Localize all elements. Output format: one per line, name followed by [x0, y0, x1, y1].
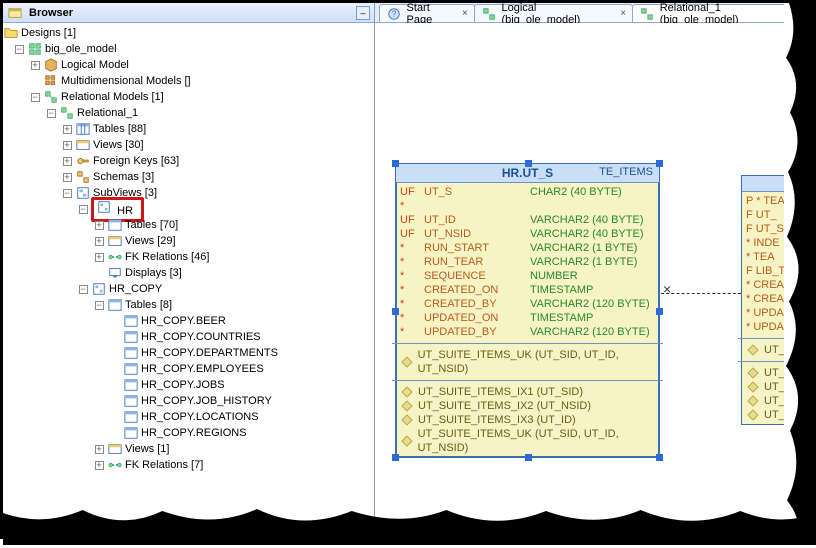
- entity-column: *RUN_STARTVARCHAR2 (1 BYTE): [400, 241, 655, 255]
- tree-node-views30[interactable]: + Views [30]: [3, 137, 374, 153]
- entity-column: *UPDATED_BYVARCHAR2 (120 BYTE): [400, 325, 655, 339]
- model-icon: [27, 42, 43, 56]
- editor-area: ? Start Page× Logical (big_ole_model)× R…: [375, 3, 816, 539]
- tree-node-fk63[interactable]: + Foreign Keys [63]: [3, 153, 374, 169]
- table-icon: [75, 122, 91, 136]
- table-icon: [123, 314, 139, 328]
- folder-icon: [3, 26, 19, 40]
- table-icon: [123, 378, 139, 392]
- entity-column: *CREATED_ONTIMESTAMP: [400, 283, 655, 297]
- display-icon: [107, 266, 123, 280]
- subview-icon: [91, 282, 107, 296]
- entity-column: *RUN_TEARVARCHAR2 (1 BYTE): [400, 255, 655, 269]
- svg-text:?: ?: [392, 9, 397, 18]
- subview-icon: [96, 200, 112, 214]
- tree-leaf-table[interactable]: HR_COPY.JOB_HISTORY: [3, 393, 374, 409]
- tree-leaf-table[interactable]: HR_COPY.JOBS: [3, 377, 374, 393]
- diagram-canvas[interactable]: HR.UT_S TE_ITEMS UF *UT_SCHAR2 (40 BYTE)…: [375, 23, 816, 539]
- entity-index: UT_SUITE_ITEMS_IX1 (UT_SID): [400, 385, 655, 399]
- entity-column: *CREATED_BYVARCHAR2 (120 BYTE): [400, 297, 655, 311]
- grid-green-icon: [43, 90, 59, 104]
- tree-node-hr-tables70[interactable]: + Tables [70]: [3, 217, 374, 233]
- table-icon: [123, 362, 139, 376]
- table-icon: [123, 394, 139, 408]
- torn-edge-decoration: [784, 3, 816, 539]
- entity-column: UFUT_NSIDVARCHAR2 (40 BYTE): [400, 227, 655, 241]
- table-icon: [123, 346, 139, 360]
- tree-node-hr-views29[interactable]: + Views [29]: [3, 233, 374, 249]
- tree-node-hrcopy-tables8[interactable]: − Tables [8]: [3, 297, 374, 313]
- tree-leaf-table[interactable]: HR_COPY.BEER: [3, 313, 374, 329]
- browser-tab-header: Browser –: [3, 3, 374, 23]
- grid-icon: [481, 7, 497, 21]
- tree-node-relmodels[interactable]: − Relational Models [1]: [3, 89, 374, 105]
- entity-index: UT_SUITE_ITEMS_IX2 (UT_NSID): [400, 399, 655, 413]
- close-icon[interactable]: ×: [620, 8, 626, 19]
- torn-edge-decoration: [3, 505, 816, 545]
- help-icon: ?: [386, 7, 402, 21]
- tab-logical[interactable]: Logical (big_ole_model)×: [474, 4, 633, 22]
- tree-node-schemas3[interactable]: + Schemas [3]: [3, 169, 374, 185]
- tree-node-logical[interactable]: + Logical Model: [3, 57, 374, 73]
- grid-icon: [43, 74, 59, 88]
- grid-icon: [639, 7, 655, 21]
- view-icon: [75, 138, 91, 152]
- view-icon: [107, 234, 123, 248]
- tree-node-hrcopy-fk7[interactable]: + FK Relations [7]: [3, 457, 374, 473]
- link-icon: [107, 250, 123, 264]
- tree-node-hrcopy-views1[interactable]: + Views [1]: [3, 441, 374, 457]
- view-icon: [107, 442, 123, 456]
- entity-column: UF *UT_SCHAR2 (40 BYTE): [400, 185, 655, 213]
- tree-node-relational1[interactable]: − Relational_1: [3, 105, 374, 121]
- link-icon: [107, 458, 123, 472]
- grid-green-icon: [59, 106, 75, 120]
- table-icon: [123, 330, 139, 344]
- tree-node-model[interactable]: − big_ole_model: [3, 41, 374, 57]
- tree-leaf-table[interactable]: HR_COPY.COUNTRIES: [3, 329, 374, 345]
- table-icon: [123, 426, 139, 440]
- entity-table[interactable]: HR.UT_S TE_ITEMS UF *UT_SCHAR2 (40 BYTE)…: [395, 163, 660, 458]
- entity-index: UT_SUITE_ITEMS_UK (UT_SID, UT_ID, UT_NSI…: [400, 427, 655, 455]
- tree-leaf-table[interactable]: HR_COPY.DEPARTMENTS: [3, 345, 374, 361]
- entity-title-suffix: TE_ITEMS: [599, 166, 653, 178]
- close-icon[interactable]: ×: [462, 8, 468, 19]
- browser-panel: Browser – Designs [1] − big_ole_model + …: [3, 3, 375, 539]
- minimize-button[interactable]: –: [356, 6, 370, 20]
- tree-leaf-table[interactable]: HR_COPY.LOCATIONS: [3, 409, 374, 425]
- entity-column: UFUT_IDVARCHAR2 (40 BYTE): [400, 213, 655, 227]
- tree-node-hr[interactable]: − HR: [3, 201, 374, 217]
- entity-column: *SEQUENCENUMBER: [400, 269, 655, 283]
- entity-index: UT_SUITE_ITEMS_IX3 (UT_ID): [400, 413, 655, 427]
- tree-root-designs[interactable]: Designs [1]: [3, 25, 374, 41]
- tree-node-hr-fk46[interactable]: + FK Relations [46]: [3, 249, 374, 265]
- browser-icon: [7, 6, 23, 20]
- table-icon: [123, 410, 139, 424]
- tree-node-tables88[interactable]: + Tables [88]: [3, 121, 374, 137]
- editor-tabstrip: ? Start Page× Logical (big_ole_model)× R…: [375, 3, 816, 23]
- tree-node-subviews3[interactable]: − SubViews [3]: [3, 185, 374, 201]
- tree-node-multidim[interactable]: Multidimensional Models []: [3, 73, 374, 89]
- schema-icon: [75, 170, 91, 184]
- entity-column: *UPDATED_ONTIMESTAMP: [400, 311, 655, 325]
- tree-leaf-table[interactable]: HR_COPY.EMPLOYEES: [3, 361, 374, 377]
- key-icon: [75, 154, 91, 168]
- cube-icon: [43, 58, 59, 72]
- tree-node-hrcopy[interactable]: − HR_COPY: [3, 281, 374, 297]
- tree-node-hr-displays3[interactable]: Displays [3]: [3, 265, 374, 281]
- tab-start-page[interactable]: ? Start Page×: [379, 4, 475, 22]
- tree[interactable]: Designs [1] − big_ole_model + Logical Mo…: [3, 23, 374, 539]
- table-icon: [107, 298, 123, 312]
- subview-icon: [75, 186, 91, 200]
- browser-title: Browser: [29, 7, 73, 19]
- table-icon: [107, 218, 123, 232]
- tree-leaf-table[interactable]: HR_COPY.REGIONS: [3, 425, 374, 441]
